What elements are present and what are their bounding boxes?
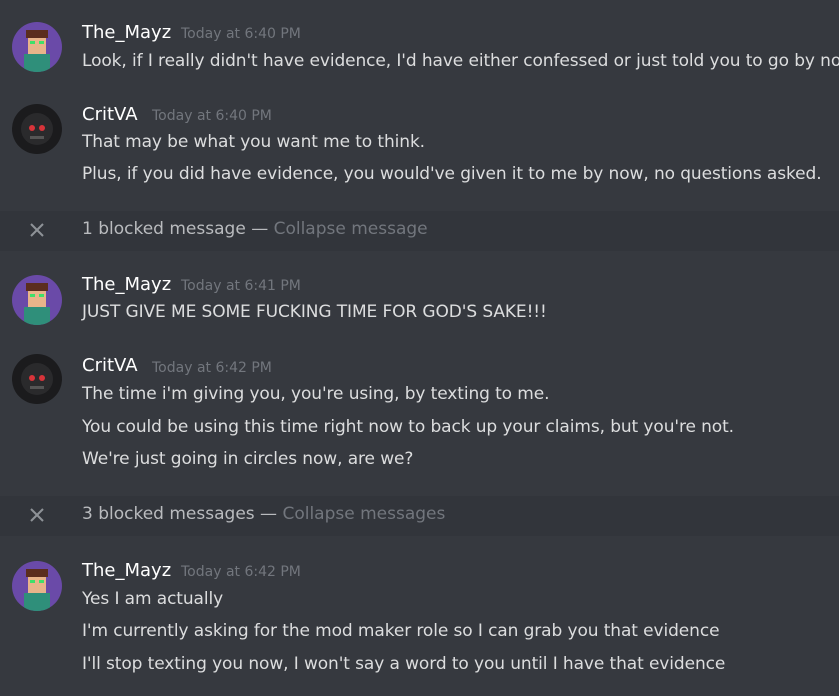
message-timestamp: Today at 6:42 PM — [152, 360, 272, 376]
blocked-messages-label: 3 blocked messages — Collapse messages — [82, 504, 445, 524]
collapse-messages-link[interactable]: Collapse message — [274, 219, 428, 239]
message-author[interactable]: CritVA — [82, 355, 138, 376]
message-text: That may be what you want me to think. — [82, 132, 425, 152]
blocked-messages-bar: 1 blocked message — Collapse message — [0, 211, 839, 251]
message-text: Look, if I really didn't have evidence, … — [82, 51, 839, 71]
mayz-avatar-icon[interactable] — [12, 561, 62, 611]
close-icon[interactable] — [28, 221, 46, 239]
blocked-separator: — — [260, 504, 278, 524]
message-author[interactable]: The_Mayz — [82, 274, 171, 295]
message-text: I'm currently asking for the mod maker r… — [82, 621, 720, 641]
blocked-separator: — — [251, 219, 269, 239]
message-text: Yes I am actually — [82, 589, 224, 609]
chat-log: The_Mayz Today at 6:40 PM Look, if I rea… — [0, 0, 839, 696]
message-timestamp: Today at 6:41 PM — [181, 278, 301, 294]
mayz-avatar-icon[interactable] — [12, 275, 62, 325]
message-group: CritVA Today at 6:42 PM The time i'm giv… — [0, 340, 839, 496]
message-text: We're just going in circles now, are we? — [82, 449, 414, 469]
critva-avatar-icon[interactable] — [12, 104, 62, 154]
message-text: I'll stop texting you now, I won't say a… — [82, 654, 726, 674]
message-author[interactable]: The_Mayz — [82, 22, 171, 43]
message-group: CritVA Today at 6:40 PM That may be what… — [0, 92, 839, 210]
message-text: The time i'm giving you, you're using, b… — [82, 384, 550, 404]
message-author[interactable]: The_Mayz — [82, 560, 171, 581]
message-text: JUST GIVE ME SOME FUCKING TIME FOR GOD'S… — [82, 302, 547, 322]
critva-avatar-icon[interactable] — [12, 354, 62, 404]
collapse-messages-link[interactable]: Collapse messages — [282, 504, 445, 524]
close-icon[interactable] — [28, 506, 46, 524]
blocked-count: 3 blocked messages — [82, 504, 255, 524]
message-text: Plus, if you did have evidence, you woul… — [82, 164, 822, 184]
blocked-messages-label: 1 blocked message — Collapse message — [82, 219, 428, 239]
message-timestamp: Today at 6:42 PM — [181, 564, 301, 580]
message-group: The_Mayz Today at 6:40 PM Look, if I rea… — [0, 0, 839, 84]
message-text: You could be using this time right now t… — [82, 417, 734, 437]
message-group: The_Mayz Today at 6:42 PM Yes I am actua… — [0, 544, 839, 696]
blocked-messages-bar: 3 blocked messages — Collapse messages — [0, 496, 839, 536]
message-group: The_Mayz Today at 6:41 PM JUST GIVE ME S… — [0, 258, 839, 330]
blocked-count: 1 blocked message — [82, 219, 246, 239]
message-timestamp: Today at 6:40 PM — [181, 26, 301, 42]
message-author[interactable]: CritVA — [82, 104, 138, 125]
message-timestamp: Today at 6:40 PM — [152, 108, 272, 124]
mayz-avatar-icon[interactable] — [12, 22, 62, 72]
